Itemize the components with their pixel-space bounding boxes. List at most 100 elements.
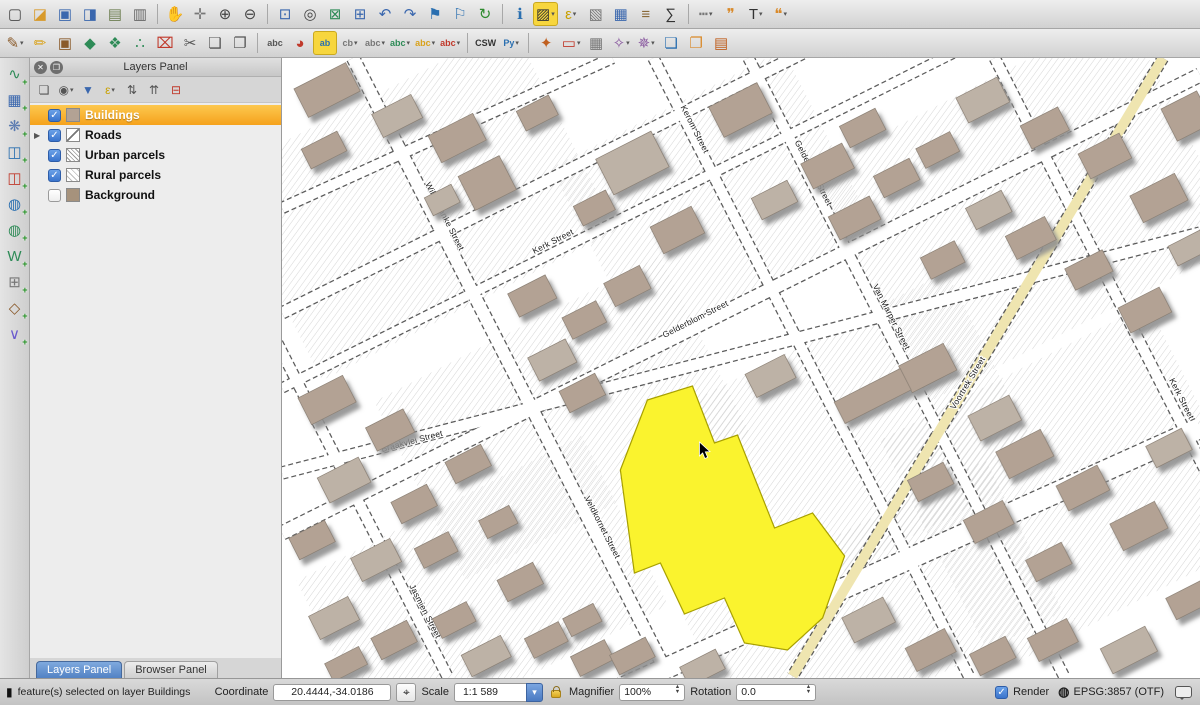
statistical-summary-button[interactable]: ∑: [659, 2, 683, 26]
rotation-input[interactable]: 0.0 ▲▼: [736, 684, 816, 701]
node-tool-button[interactable]: ∴: [128, 31, 152, 55]
layer-item-rural-parcels[interactable]: ✓Rural parcels: [30, 165, 281, 185]
scale-lock-button[interactable]: [548, 686, 564, 698]
new-shapefile-layer-button[interactable]: ◇+: [2, 296, 28, 320]
layer-checkbox-roads[interactable]: ✓: [48, 129, 61, 142]
expand-all-button[interactable]: ⇅: [122, 80, 142, 100]
add-spatialite-layer-button[interactable]: ❋+: [2, 114, 28, 138]
scale-combobox[interactable]: 1:1 589 ▾: [454, 683, 543, 702]
labeling-options-button[interactable]: ◕: [288, 31, 312, 55]
metasearch-csw-button[interactable]: CSW: [473, 31, 498, 55]
add-raster-layer-button[interactable]: ▦+: [2, 88, 28, 112]
new-print-composer-button[interactable]: ▤: [103, 2, 127, 26]
layers-paste-button[interactable]: ❐: [684, 31, 708, 55]
layer-item-urban-parcels[interactable]: ✓Urban parcels: [30, 145, 281, 165]
identify-features-button[interactable]: ℹ: [508, 2, 532, 26]
zoom-out-button[interactable]: ⊖: [238, 2, 262, 26]
filter-by-expression-button[interactable]: ε▾: [100, 80, 120, 100]
deselect-features-button[interactable]: ▧: [584, 2, 608, 26]
add-virtual-layer-button[interactable]: ∨+: [2, 322, 28, 346]
refresh-map-button[interactable]: ↻: [473, 2, 497, 26]
add-wcs-layer-button[interactable]: ◍+: [2, 218, 28, 242]
sparkle-wand-button[interactable]: ✵▾: [634, 31, 658, 55]
zoom-native-button[interactable]: ◎: [298, 2, 322, 26]
show-hide-labels-button[interactable]: abc▾: [363, 31, 387, 55]
measure-button[interactable]: ┅▾: [694, 2, 718, 26]
layer-item-buildings[interactable]: ✓Buildings: [30, 105, 281, 125]
layer-item-roads[interactable]: ▶✓Roads: [30, 125, 281, 145]
add-delimited-text-layer-button[interactable]: ⊞+: [2, 270, 28, 294]
form-annotation-button[interactable]: ❝▾: [769, 2, 793, 26]
select-by-expression-button[interactable]: ε▾: [559, 2, 583, 26]
move-feature-button[interactable]: ❖: [103, 31, 127, 55]
remove-layer-button[interactable]: ⊟: [166, 80, 186, 100]
magic-wand-button[interactable]: ✧▾: [609, 31, 633, 55]
add-vector-layer-button[interactable]: ∿+: [2, 62, 28, 86]
add-wfs-layer-button[interactable]: W+: [2, 244, 28, 268]
field-calculator-button[interactable]: ≡: [634, 2, 658, 26]
save-project-as-button[interactable]: ◨: [78, 2, 102, 26]
layer-checkbox-urban-parcels[interactable]: ✓: [48, 149, 61, 162]
highlight-pinned-labels-button[interactable]: abc: [263, 31, 287, 55]
float-panel-button[interactable]: ❐: [50, 61, 63, 74]
zoom-next-button[interactable]: ↷: [398, 2, 422, 26]
manage-layer-visibility-button[interactable]: ◉▾: [56, 80, 76, 100]
layout-grid-button[interactable]: ▤: [709, 31, 733, 55]
new-bookmark-button[interactable]: ⚑: [423, 2, 447, 26]
show-bookmarks-button[interactable]: ⚐: [448, 2, 472, 26]
label-toolbar-button[interactable]: ab: [313, 31, 337, 55]
add-mssql-layer-button[interactable]: ◫+: [2, 166, 28, 190]
pan-map-button[interactable]: ✋: [163, 2, 187, 26]
change-label-properties-button[interactable]: abc▾: [438, 31, 462, 55]
open-project-button[interactable]: ◪: [28, 2, 52, 26]
map-canvas[interactable]: Kerom StreetGelderblom StreetWildervanke…: [282, 58, 1200, 678]
composer-manager-button[interactable]: ▥: [128, 2, 152, 26]
python-console-button[interactable]: Py▾: [499, 31, 523, 55]
north-arrow-button[interactable]: ✦: [534, 31, 558, 55]
layer-checkbox-rural-parcels[interactable]: ✓: [48, 169, 61, 182]
add-feature-button[interactable]: ◆: [78, 31, 102, 55]
map-tips-button[interactable]: ❞: [719, 2, 743, 26]
crs-status-button[interactable]: ◍ EPSG:3857 (OTF): [1054, 683, 1168, 702]
layer-checkbox-background[interactable]: [48, 189, 61, 202]
move-label-button[interactable]: abc▾: [388, 31, 412, 55]
add-group-button[interactable]: ❏: [34, 80, 54, 100]
toggle-editing-button[interactable]: ✏: [28, 31, 52, 55]
text-annotation-button[interactable]: T▾: [744, 2, 768, 26]
collapse-all-button[interactable]: ⇈: [144, 80, 164, 100]
filter-legend-button[interactable]: ▼: [78, 80, 98, 100]
open-attribute-table-button[interactable]: ▦: [609, 2, 633, 26]
current-edits-button[interactable]: ✎▾: [3, 31, 27, 55]
cut-features-button[interactable]: ✂: [178, 31, 202, 55]
tab-browser-panel[interactable]: Browser Panel: [124, 661, 218, 678]
layer-item-background[interactable]: Background: [30, 185, 281, 205]
render-checkbox[interactable]: ✓: [995, 686, 1008, 699]
rotate-label-button[interactable]: abc▾: [413, 31, 437, 55]
new-map-extent-button[interactable]: ▭▾: [559, 31, 583, 55]
delete-selected-button[interactable]: ⌧: [153, 31, 177, 55]
expand-arrow-icon[interactable]: ▶: [34, 131, 43, 140]
pin-unpin-labels-button[interactable]: cb▾: [338, 31, 362, 55]
copy-features-button[interactable]: ❏: [203, 31, 227, 55]
layers-copy-button[interactable]: ❏: [659, 31, 683, 55]
messages-icon[interactable]: [1175, 686, 1192, 698]
pan-to-selection-button[interactable]: ✛: [188, 2, 212, 26]
layer-checkbox-buildings[interactable]: ✓: [48, 109, 61, 122]
magnifier-input[interactable]: 100% ▲▼: [619, 684, 685, 701]
zoom-in-button[interactable]: ⊕: [213, 2, 237, 26]
add-postgis-layer-button[interactable]: ◫+: [2, 140, 28, 164]
tab-layers-panel[interactable]: Layers Panel: [36, 661, 122, 678]
paste-features-button[interactable]: ❐: [228, 31, 252, 55]
stepper-icon[interactable]: ▲▼: [806, 687, 811, 697]
add-wms-layer-button[interactable]: ◍+: [2, 192, 28, 216]
extents-toggle-button[interactable]: ⌖: [396, 683, 416, 702]
zoom-to-selection-button[interactable]: ⊠: [323, 2, 347, 26]
coordinate-input[interactable]: 20.4444,-34.0186: [273, 684, 391, 701]
save-layer-edits-button[interactable]: ▣: [53, 31, 77, 55]
new-project-button[interactable]: ▢: [3, 2, 27, 26]
zoom-last-button[interactable]: ↶: [373, 2, 397, 26]
close-panel-button[interactable]: ✕: [34, 61, 47, 74]
zoom-full-button[interactable]: ⊡: [273, 2, 297, 26]
scale-dropdown-icon[interactable]: ▾: [526, 683, 543, 702]
zoom-to-layer-button[interactable]: ⊞: [348, 2, 372, 26]
